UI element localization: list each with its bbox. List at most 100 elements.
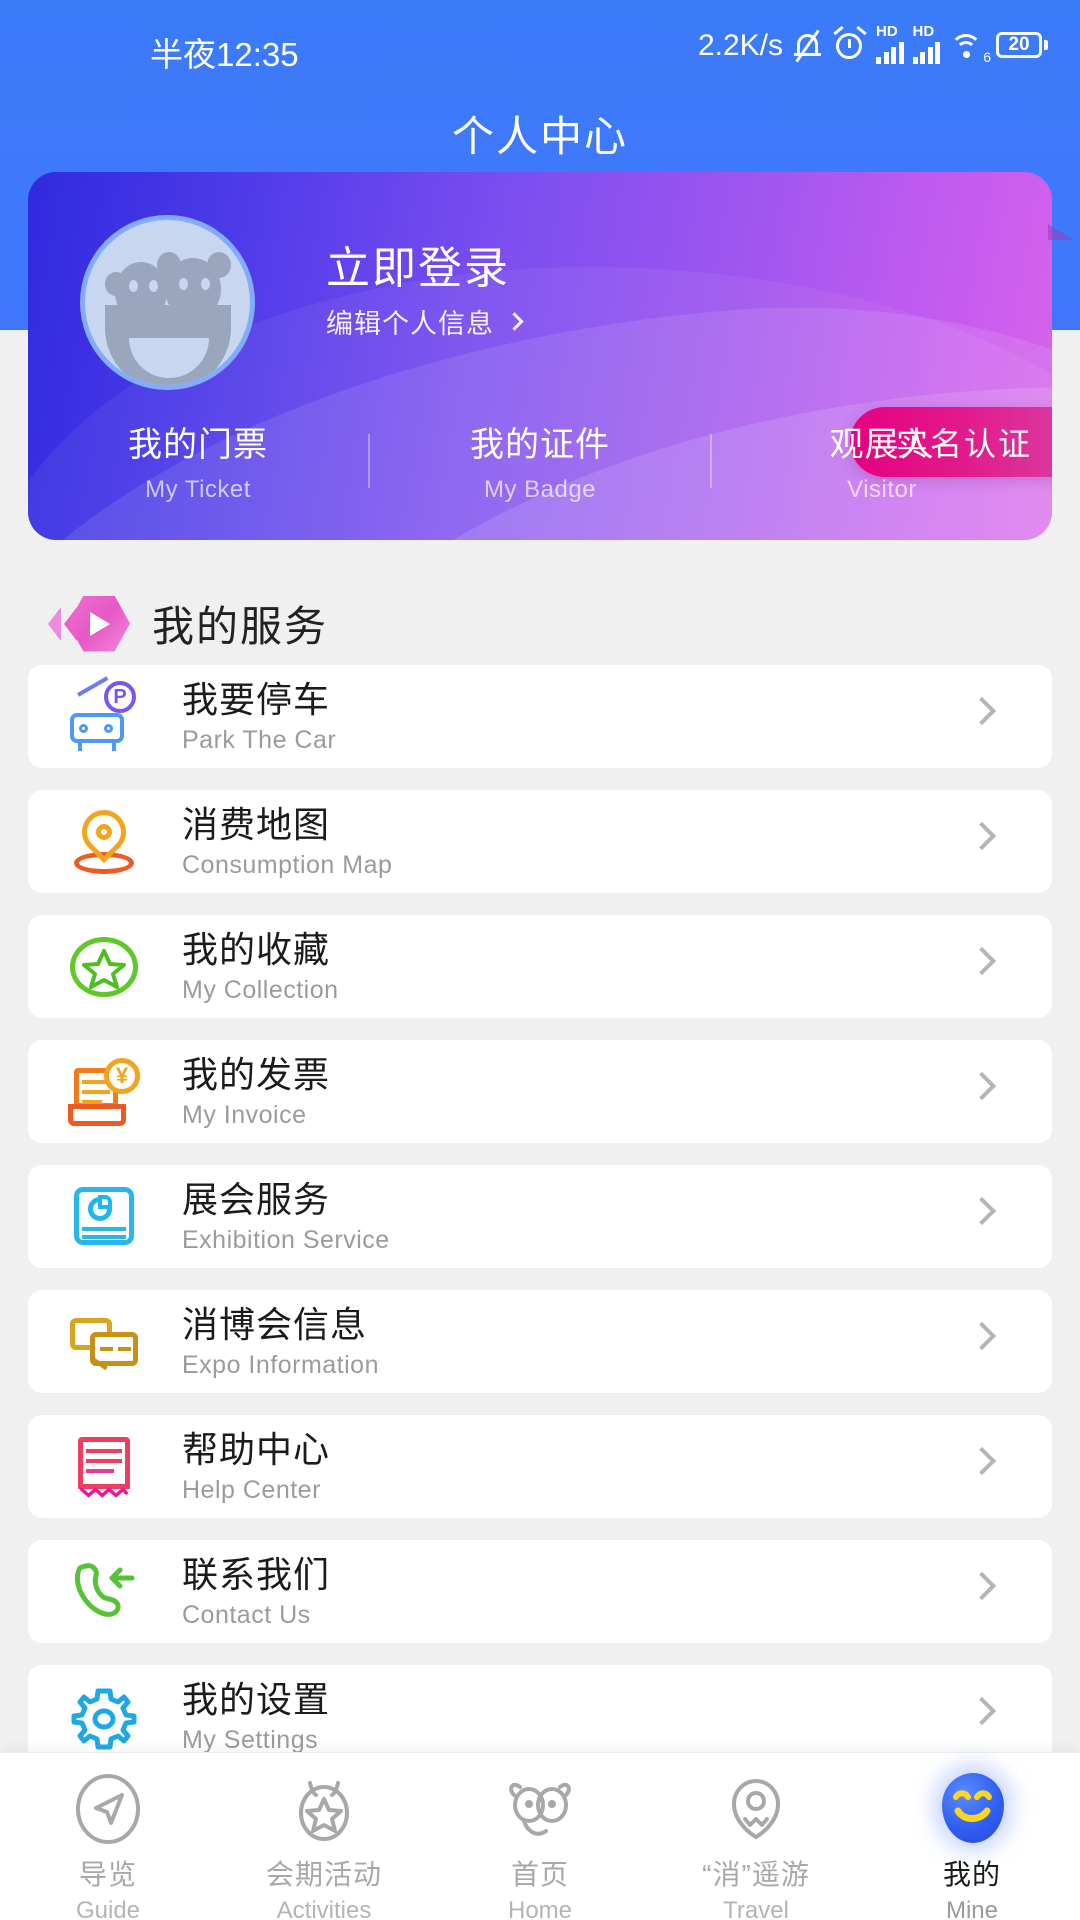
location-travel-icon <box>714 1767 798 1851</box>
status-time: 半夜12:35 <box>150 36 299 73</box>
hd-label-1: HD <box>876 23 898 40</box>
service-label-cn: 我的发票 <box>182 1053 331 1095</box>
signal-icon-2: HD <box>912 24 940 64</box>
service-label-en: Park The Car <box>182 725 337 754</box>
service-label-cn: 我的设置 <box>182 1678 331 1720</box>
nav-tab-travel[interactable]: “消”遥游 Travel <box>648 1767 864 1920</box>
service-label-en: Help Center <box>182 1475 321 1504</box>
status-icons: 2.2K/s HD HD 6 20 <box>697 24 1048 66</box>
profile-tab-en: My Badge <box>483 476 597 503</box>
service-row-exhibition-service[interactable]: 展会服务 Exhibition Service <box>28 1165 1052 1268</box>
invoice-yuan-icon: ¥ <box>66 1054 142 1130</box>
chevron-right-icon <box>505 312 524 331</box>
nav-label-cn: “消”遥游 <box>702 1859 810 1890</box>
profile-tab-en: My Ticket <box>145 476 251 503</box>
login-button[interactable]: 立即登录 <box>326 232 510 296</box>
service-row-my-invoice[interactable]: ¥ 我的发票 My Invoice <box>28 1040 1052 1143</box>
my-services-header: 我的服务 <box>44 593 328 654</box>
bottom-navigation: 导览 Guide 会期活动 Activities 首页 Home “消”遥游 T… <box>0 1752 1080 1920</box>
nav-label-en: Travel <box>723 1897 789 1920</box>
battery-level-text: 20 <box>1008 34 1030 55</box>
service-row-contact-us[interactable]: 联系我们 Contact Us <box>28 1540 1052 1643</box>
alarm-icon <box>833 25 867 63</box>
chevron-right-icon <box>967 1446 997 1476</box>
service-label-en: Contact Us <box>182 1600 311 1629</box>
service-row-park-the-car[interactable]: P 我要停车 Park The Car <box>28 665 1052 768</box>
wifi-generation-label: 6 <box>983 49 991 65</box>
nav-tab-mine[interactable]: 我的 Mine <box>864 1767 1080 1920</box>
map-pin-icon <box>66 800 142 880</box>
service-label-cn: 我的收藏 <box>182 928 331 970</box>
profile-tab-cn: 我的门票 <box>128 426 268 464</box>
profile-tab-my-ticket[interactable]: 我的门票 My Ticket <box>28 417 368 504</box>
receipt-zigzag <box>80 1486 128 1498</box>
chat-bubbles-icon <box>66 1304 142 1380</box>
service-label-en: My Collection <box>182 975 339 1004</box>
phone-glyph <box>74 1562 135 1617</box>
nav-label-en: Guide <box>75 1897 141 1920</box>
star-circle-icon <box>66 929 142 1005</box>
chevron-right-icon <box>967 696 997 726</box>
chevron-right-icon <box>967 1071 997 1101</box>
nav-label-cn: 会期活动 <box>265 1859 382 1890</box>
smiley-face-icon <box>930 1767 1014 1851</box>
service-label-en: Exhibition Service <box>182 1225 390 1254</box>
profile-tab-cn: 观展人 <box>829 426 935 464</box>
chevron-right-icon <box>967 821 997 851</box>
service-label-cn: 展会服务 <box>182 1178 331 1220</box>
wifi-icon: 6 <box>949 30 991 65</box>
profile-tabs: 我的门票 My Ticket 我的证件 My Badge 观展人 Visitor <box>28 417 1052 504</box>
service-label-en: Consumption Map <box>182 850 393 879</box>
status-bar: 半夜12:35 2.2K/s HD HD 6 20 <box>0 0 1080 88</box>
service-row-expo-information[interactable]: 消博会信息 Expo Information <box>28 1290 1052 1393</box>
mobile-screen: 半夜12:35 2.2K/s HD HD 6 20 个人中心 立即登录 编辑个人… <box>0 0 1080 1920</box>
battery-icon: 20 <box>996 32 1048 60</box>
mascot-home-icon <box>498 1767 582 1851</box>
service-label-en: Expo Information <box>182 1350 379 1379</box>
nav-label-en: Activities <box>276 1897 372 1920</box>
service-row-help-center[interactable]: 帮助中心 Help Center <box>28 1415 1052 1518</box>
chevron-right-icon <box>967 946 997 976</box>
nav-tab-guide[interactable]: 导览 Guide <box>0 1767 216 1920</box>
signal-icon-1: HD <box>876 24 904 64</box>
parking-car-icon: P <box>66 675 142 755</box>
edit-profile-label: 编辑个人信息 <box>326 309 494 339</box>
nav-label-en: Mine <box>945 1897 999 1920</box>
nav-tab-activities[interactable]: 会期活动 Activities <box>216 1767 432 1920</box>
service-label-cn: 消费地图 <box>182 803 331 845</box>
chevron-right-icon <box>967 1571 997 1601</box>
service-label-cn: 帮助中心 <box>182 1428 331 1470</box>
edit-profile-link[interactable]: 编辑个人信息 <box>326 302 524 341</box>
chevron-right-icon <box>967 1696 997 1726</box>
service-label-en: My Settings <box>182 1725 319 1754</box>
service-label-cn: 我要停车 <box>182 678 331 720</box>
service-row-consumption-map[interactable]: 消费地图 Consumption Map <box>28 790 1052 893</box>
medal-star-icon <box>282 1767 366 1851</box>
profile-tab-my-badge[interactable]: 我的证件 My Badge <box>370 417 710 504</box>
service-row-my-collection[interactable]: 我的收藏 My Collection <box>28 915 1052 1018</box>
phone-incoming-icon <box>66 1554 142 1630</box>
service-label-cn: 联系我们 <box>182 1553 331 1595</box>
service-label-cn: 消博会信息 <box>182 1303 368 1345</box>
mute-bell-icon <box>792 29 824 63</box>
star-glyph <box>82 948 126 989</box>
nav-label-en: Home <box>507 1897 573 1920</box>
nav-label-cn: 首页 <box>510 1859 569 1890</box>
network-speed-text: 2.2K/s <box>697 29 783 62</box>
gear-icon <box>66 1679 142 1755</box>
profile-card[interactable]: 立即登录 编辑个人信息 实名认证 我的门票 My Ticket 我的证件 My … <box>28 172 1052 540</box>
profile-tab-en: Visitor <box>847 476 917 503</box>
service-label-en: My Invoice <box>182 1100 307 1129</box>
section-title: 我的服务 <box>152 603 329 650</box>
avatar[interactable] <box>80 215 255 390</box>
service-list: P 我要停车 Park The Car 消费地图 Consumption Map <box>28 665 1052 1790</box>
exhibition-card-icon <box>66 1179 142 1255</box>
profile-tab-cn: 我的证件 <box>470 426 610 464</box>
gear-glyph <box>71 1688 137 1749</box>
profile-tab-visitor[interactable]: 观展人 Visitor <box>712 417 1052 504</box>
page-title: 个人中心 <box>451 113 628 160</box>
chevron-right-icon <box>967 1321 997 1351</box>
nav-tab-home[interactable]: 首页 Home <box>432 1767 648 1920</box>
nav-label-cn: 我的 <box>942 1859 1001 1890</box>
navigation-compass-icon <box>66 1767 150 1851</box>
